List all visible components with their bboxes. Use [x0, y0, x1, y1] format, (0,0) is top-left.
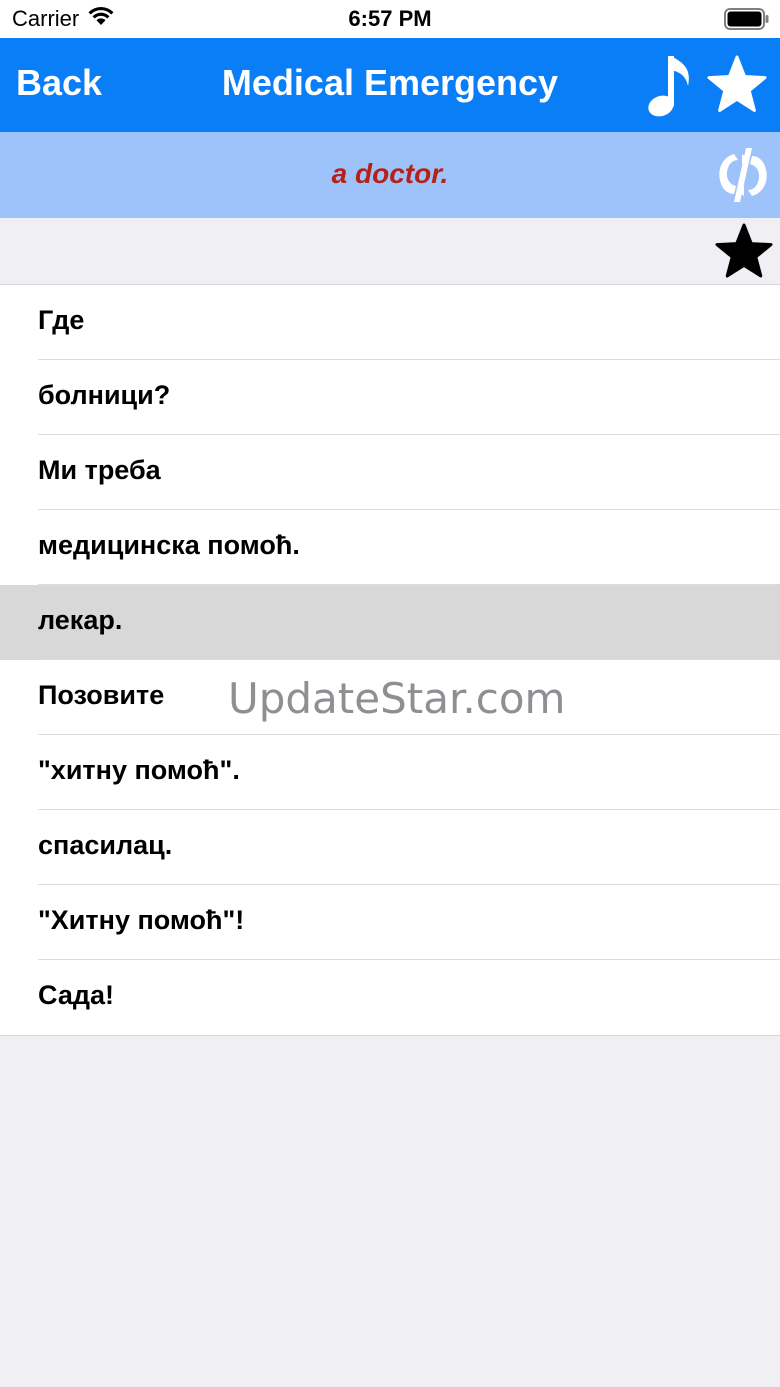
phrase-text: Ми треба	[38, 455, 161, 485]
status-bar: Carrier 6:57 PM	[0, 0, 780, 38]
favorite-row	[0, 218, 780, 285]
list-item[interactable]: Позовите	[0, 660, 780, 735]
translation-text: a doctor.	[331, 158, 449, 189]
star-icon[interactable]	[706, 54, 768, 116]
star-icon[interactable]	[714, 222, 774, 280]
phrase-text: медицинска помоћ.	[38, 530, 300, 560]
back-button[interactable]: Back	[16, 62, 102, 104]
phrase-list: Где болници? Ми треба медицинска помоћ. …	[0, 285, 780, 1036]
phrase-text: лекар.	[38, 605, 123, 635]
list-item[interactable]: спасилац.	[0, 810, 780, 885]
list-item[interactable]: Сада!	[0, 960, 780, 1035]
translation-banner: a doctor.	[0, 132, 780, 218]
list-item-selected[interactable]: лекар.	[0, 585, 780, 660]
phrase-text: Где	[38, 305, 85, 335]
status-time: 6:57 PM	[348, 6, 432, 31]
list-item[interactable]: болници?	[0, 360, 780, 435]
list-item[interactable]: "хитну помоћ".	[0, 735, 780, 810]
list-item[interactable]: Где	[0, 285, 780, 360]
list-item[interactable]: медицинска помоћ.	[0, 510, 780, 585]
list-item[interactable]: Ми треба	[0, 435, 780, 510]
phrase-text: спасилац.	[38, 830, 173, 860]
music-note-icon[interactable]	[642, 52, 698, 120]
phrase-text: "Хитну помоћ"!	[38, 905, 245, 935]
list-item[interactable]: "Хитну помоћ"!	[0, 885, 780, 960]
navigation-bar: Back Medical Emergency	[0, 38, 780, 132]
phrase-text: болници?	[38, 380, 171, 410]
phrase-text: Сада!	[38, 980, 114, 1010]
battery-icon	[724, 8, 769, 30]
phrase-text: Позовите	[38, 680, 165, 710]
phrase-text: "хитну помоћ".	[38, 755, 240, 785]
flip-language-icon[interactable]	[712, 144, 774, 206]
